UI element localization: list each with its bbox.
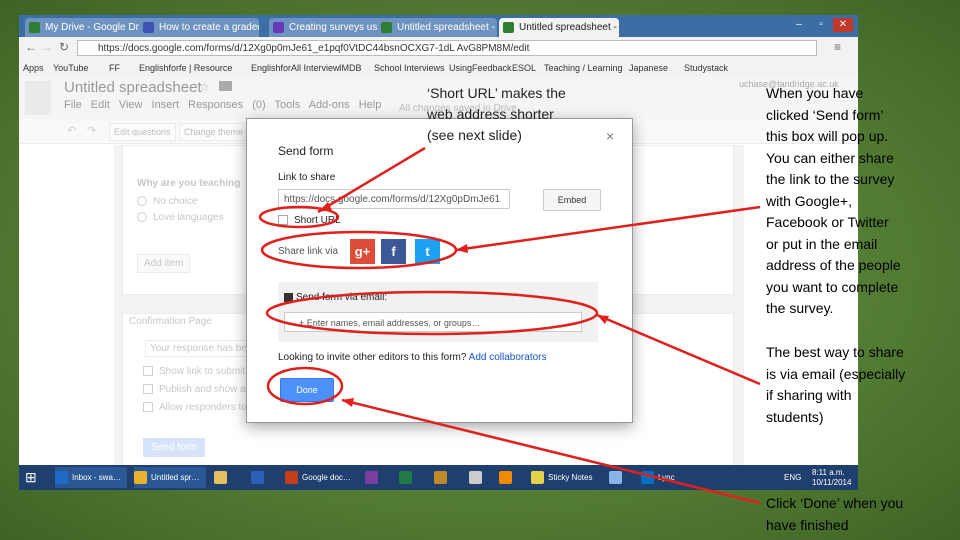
done-highlight [266,366,344,406]
annotation-done: Click ‘Done’ when you have finished [766,495,904,533]
arrow-share [455,205,761,252]
annotation-short-url: ‘Short URL’ makes the web address shorte… [427,85,566,143]
arrow-done [341,398,761,505]
arrow-short-url [317,146,426,214]
arrowhead [597,315,609,324]
email-highlight [265,290,599,336]
share-via-highlight [260,230,458,270]
arrow-email [596,313,761,386]
annotation-email: The best way to share is via email (espe… [766,344,906,425]
annotation-send-form: When you have clicked ‘Send form’ this b… [766,85,901,316]
